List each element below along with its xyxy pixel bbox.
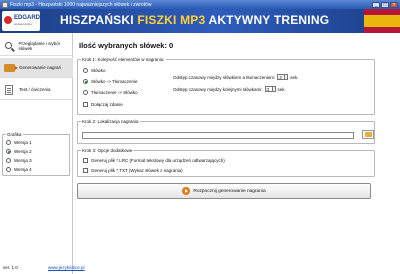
option-label: Słówko bbox=[91, 68, 106, 73]
step2-title: Krok 2: Lokalizacja nagrania bbox=[81, 119, 140, 124]
step3-title: Krok 3: Opcje dodatkowe bbox=[81, 148, 134, 153]
grafika-title: Grafika bbox=[6, 132, 23, 137]
start-button-label: Rozpocznij generowanie nagrania bbox=[193, 188, 266, 194]
browse-folder-button[interactable] bbox=[362, 130, 374, 139]
sidebar-item-label: Generowanie nagrań bbox=[19, 65, 62, 70]
window-title: Fiszki mp3 - Hiszpański 1000 najważniejs… bbox=[10, 1, 152, 8]
maximize-button[interactable]: □ bbox=[381, 1, 389, 8]
start-generation-button[interactable]: Rozpocznij generowanie nagrania bbox=[77, 183, 371, 199]
option-label: Tłumaczenie -> Słówko bbox=[91, 90, 138, 95]
app-banner: EDGARD wydawnictwo HISZPAŃSKI FISZKI MP3… bbox=[0, 9, 400, 33]
radio-button[interactable] bbox=[6, 140, 11, 145]
step2-panel: Krok 2: Lokalizacja nagrania bbox=[77, 119, 375, 144]
sidebar-item-label: Test / ćwiczenia bbox=[19, 87, 51, 92]
attach-sentence-option[interactable]: Dołączaj zdanie bbox=[83, 102, 123, 107]
generate-lrc-option[interactable]: Generuj plik *.LRC (Format tekstowy dla … bbox=[83, 158, 225, 163]
sidebar-item-browse[interactable]: Przeglądanie i wybór słówek bbox=[0, 36, 73, 56]
folder-icon bbox=[364, 132, 372, 137]
gap2-label: Odstęp czasowy między kolejnymi słówkami… bbox=[173, 86, 263, 92]
gap2-stepper[interactable]: 3 bbox=[264, 86, 276, 92]
gap2-unit: sek. bbox=[277, 86, 286, 92]
grafika-option-1[interactable]: Wersja 1 bbox=[6, 138, 66, 147]
sidebar-item-label: Przeglądanie i wybór słówek bbox=[18, 40, 61, 51]
option-label: Dołączaj zdanie bbox=[91, 102, 123, 107]
play-icon bbox=[182, 187, 191, 195]
order-option-word-translation[interactable]: Słówko -> Tłumaczenie bbox=[83, 79, 138, 84]
sidebar-item-test[interactable]: Test / ćwiczenia bbox=[0, 80, 73, 100]
logo-text: EDGARD bbox=[14, 15, 41, 21]
checkbox[interactable] bbox=[83, 168, 88, 173]
sidebar-item-generate[interactable]: Generowanie nagrań bbox=[0, 58, 73, 78]
stepper-arrows-icon[interactable] bbox=[285, 74, 289, 80]
checkbox[interactable] bbox=[83, 102, 88, 107]
grafika-option-4[interactable]: Wersja 4 bbox=[6, 165, 66, 174]
step1-title: Krok 1: Kolejność elementów w nagraniu: bbox=[81, 57, 166, 62]
checkbox[interactable] bbox=[83, 158, 88, 163]
banner-title-language: HISZPAŃSKI bbox=[60, 13, 134, 27]
step1-panel: Krok 1: Kolejność elementów w nagraniu: … bbox=[77, 57, 375, 115]
radio-button-selected[interactable] bbox=[83, 79, 88, 84]
option-label: Generuj plik *.TXT (Wykaz słówek z nagra… bbox=[91, 168, 183, 173]
gap2-value[interactable]: 3 bbox=[264, 86, 273, 92]
stepper-arrows-icon[interactable] bbox=[272, 86, 276, 92]
sidebar: Przeglądanie i wybór słówek Generowanie … bbox=[0, 33, 73, 274]
minimize-button[interactable]: _ bbox=[372, 1, 380, 8]
grafika-option-3[interactable]: Wersja 3 bbox=[6, 156, 66, 165]
edgard-logo: EDGARD wydawnictwo bbox=[2, 11, 40, 31]
option-label: Wersja 2 bbox=[14, 149, 32, 154]
title-bar: Fiszki mp3 - Hiszpański 1000 najważniejs… bbox=[0, 0, 400, 9]
banner-title-product: FISZKI MP3 bbox=[137, 13, 206, 27]
gap2-row: Odstęp czasowy między kolejnymi słówkami… bbox=[173, 86, 286, 92]
option-label: Wersja 4 bbox=[14, 167, 32, 172]
option-label: Wersja 3 bbox=[14, 158, 32, 163]
radio-button[interactable] bbox=[6, 167, 11, 172]
gap1-unit: sek. bbox=[290, 74, 299, 80]
gap1-label: Odstęp czasowy między słówkiem a tłumacz… bbox=[173, 74, 276, 80]
app-icon bbox=[2, 1, 8, 8]
radio-button[interactable] bbox=[83, 90, 88, 95]
logo-subtext: wydawnictwo bbox=[14, 22, 32, 26]
generate-txt-option[interactable]: Generuj plik *.TXT (Wykaz słówek z nagra… bbox=[83, 168, 183, 173]
order-option-translation-word[interactable]: Tłumaczenie -> Słówko bbox=[83, 90, 138, 95]
radio-button-selected[interactable] bbox=[6, 149, 11, 154]
radio-button[interactable] bbox=[83, 68, 88, 73]
step3-panel: Krok 3: Opcje dodatkowe Generuj plik *.L… bbox=[77, 148, 375, 177]
grafika-group: Grafika Wersja 1 Wersja 2 Wersja 3 Wersj… bbox=[2, 132, 70, 176]
gap1-value[interactable]: 3 bbox=[277, 74, 286, 80]
document-icon bbox=[3, 84, 15, 96]
close-button[interactable]: × bbox=[390, 1, 398, 8]
main-content: Ilość wybranych słówek: 0 Krok 1: Kolejn… bbox=[73, 33, 400, 274]
output-path-input[interactable] bbox=[82, 132, 354, 139]
banner-title: HISZPAŃSKI FISZKI MP3 AKTYWNY TRENING bbox=[60, 13, 329, 27]
logo-mark-icon bbox=[4, 16, 12, 24]
gap1-stepper[interactable]: 3 bbox=[277, 74, 289, 80]
banner-title-mode: AKTYWNY TRENING bbox=[208, 13, 330, 27]
grafika-option-2[interactable]: Wersja 2 bbox=[6, 147, 66, 156]
order-option-word[interactable]: Słówko bbox=[83, 68, 106, 73]
option-label: Słówko -> Tłumaczenie bbox=[91, 79, 138, 84]
option-label: Generuj plik *.LRC (Format tekstowy dla … bbox=[91, 158, 225, 163]
magnifier-icon bbox=[3, 40, 15, 52]
page-title: Ilość wybranych słówek: 0 bbox=[79, 41, 174, 50]
version-label: ver. 1.0 bbox=[3, 265, 18, 270]
radio-button[interactable] bbox=[6, 158, 11, 163]
spain-flag-decoration bbox=[364, 9, 400, 33]
option-label: Wersja 1 bbox=[14, 140, 32, 145]
window-controls: _ □ × bbox=[372, 1, 398, 8]
gap1-row: Odstęp czasowy między słówkiem a tłumacz… bbox=[173, 74, 299, 80]
camera-icon bbox=[3, 62, 18, 74]
